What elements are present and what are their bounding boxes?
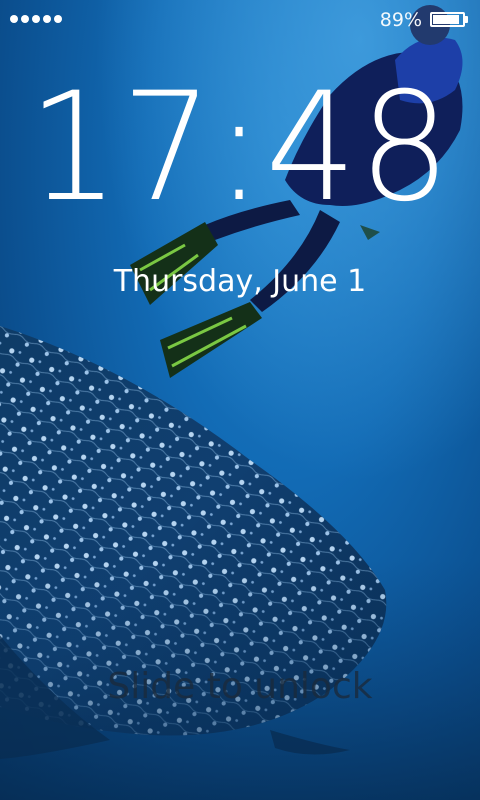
lock-screen-date: Thursday, June 1 — [113, 264, 367, 299]
signal-dot — [43, 15, 51, 23]
battery-level-fill — [433, 15, 459, 24]
slide-to-unlock[interactable]: Slide to unlock — [0, 664, 480, 710]
lock-screen-clock: 17:48 — [27, 61, 453, 235]
battery-icon — [430, 12, 470, 28]
signal-dot — [10, 15, 18, 23]
signal-dot — [54, 15, 62, 23]
status-bar: 89% — [0, 0, 480, 40]
signal-dot — [32, 15, 40, 23]
signal-dot — [21, 15, 29, 23]
lock-screen: 89% 17:48 Thursday, June 1 Slide to unlo… — [0, 0, 480, 800]
battery-percentage: 89% — [379, 9, 422, 31]
battery-tip — [465, 16, 468, 23]
signal-strength-icon — [10, 15, 62, 23]
